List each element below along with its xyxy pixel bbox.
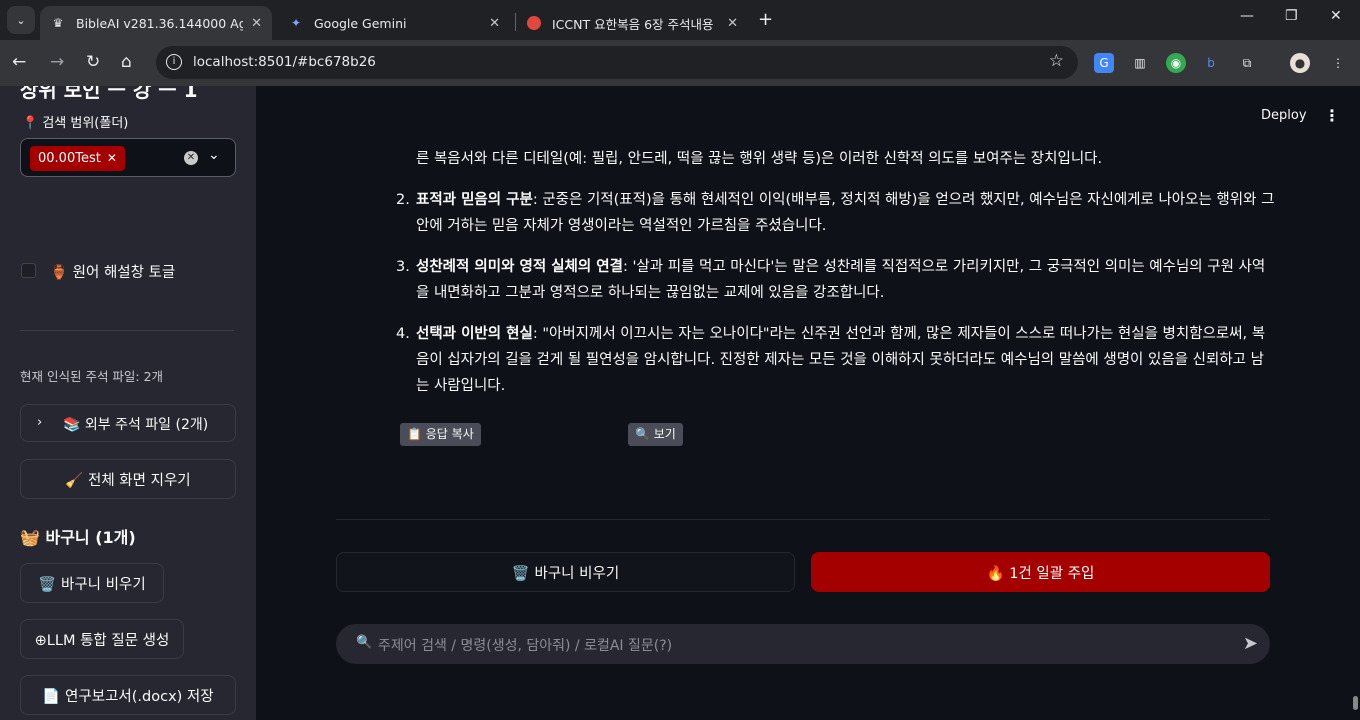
chevron-down-icon[interactable]: ⌄ [208,147,220,163]
list-item-title: 성찬례적 의미와 영적 실체의 연결 [416,259,623,275]
basket-heading: 🧺 바구니 (1개) [20,528,136,547]
list-item: 2. 표적과 믿음의 구분: 군중은 기적(표적)을 통해 현세적인 이익(배부름… [396,187,1276,239]
sidebar-title: 상위 보인 ㅡ 강 ㅡ 1 [20,86,198,102]
deploy-button[interactable]: Deploy [1261,108,1307,123]
new-tab-button[interactable]: + [758,9,773,30]
restore-icon[interactable]: ❐ [1285,8,1298,24]
home-icon[interactable]: ⌂ [121,52,132,72]
send-icon[interactable]: ➤ [1243,633,1258,654]
section-divider [336,519,1270,520]
folder-scope-label: 📍 검색 범위(폴더) [22,116,129,131]
chat-placeholder: 주제어 검색 / 명령(생성, 담아줘) / 로컬AI 질문(?) [378,638,673,654]
original-language-toggle-checkbox[interactable] [21,263,36,278]
site-info-icon[interactable]: i [166,54,182,70]
close-icon[interactable]: ✕ [727,16,738,31]
forward-icon[interactable]: → [50,52,64,72]
save-report-button[interactable]: 📄 연구보고서(.docx) 저장 [20,675,236,715]
main-content: Deploy ⋮ 른 복음서와 다른 디테일(예: 필립, 안드레, 떡을 끊는… [256,86,1360,720]
response-text: 른 복음서와 다른 디테일(예: 필립, 안드레, 떡을 끊는 행위 생략 등)… [396,146,1276,414]
tab-bibleai[interactable]: ♛ BibleAI v281.36.144000 Agape ✕ [40,6,272,40]
tab-search-button[interactable]: ⌄ [7,6,35,34]
bookmark-star-icon[interactable]: ☆ [1049,51,1064,71]
folder-multiselect[interactable]: 00.00Test ✕ ✕ ⌄ [20,138,236,177]
list-item-text: : 군중은 기적(표적)을 통해 현세적인 이익(배부름, 정치적 해방)을 얻… [416,192,1275,234]
tab-title: ICCNT 요한복음 6장 주석내용 [552,16,714,32]
list-item-title: 선택과 이반의 현실 [416,326,533,342]
chip-label: 00.00Test [38,151,101,166]
gemini-icon: ✦ [290,16,302,30]
profile-avatar[interactable]: ● [1290,53,1310,73]
external-commentary-expander[interactable]: › 📚 외부 주석 파일 (2개) [20,404,236,442]
chip-remove-icon[interactable]: ✕ [107,151,117,165]
bing-icon[interactable]: b [1201,53,1221,73]
url-text: localhost:8501/#bc678b26 [193,54,376,70]
back-icon[interactable]: ← [12,52,26,72]
commentary-count-caption: 현재 인식된 주석 파일: 2개 [20,369,164,384]
sidebar-divider [20,330,234,331]
chevron-right-icon: › [37,415,43,430]
response-list: 2. 표적과 믿음의 구분: 군중은 기적(표적)을 통해 현세적인 이익(배부름… [396,187,1276,399]
original-language-toggle-label: 🏺 원어 해설창 토글 [50,265,176,281]
tab-title: BibleAI v281.36.144000 Agape [76,15,244,31]
expander-label: 📚 외부 주석 파일 (2개) [63,417,209,433]
search-icon: 🔍 [356,635,373,650]
clear-screen-button[interactable]: 🧹 전체 화면 지우기 [20,459,236,499]
crown-icon: ♛ [52,16,64,30]
empty-basket-button[interactable]: 🗑️ 바구니 비우기 [336,552,795,592]
extensions-puzzle-icon[interactable]: ⧉ [1237,53,1257,73]
sidebar: 상위 보인 ㅡ 강 ㅡ 1 📍 검색 범위(폴더) 00.00Test ✕ ✕ ⌄… [0,86,256,720]
copy-response-button[interactable]: 📋 응답 복사 [400,423,481,446]
bulk-inject-button[interactable]: 🔥 1건 일괄 주입 [811,552,1270,592]
view-button[interactable]: 🔍 보기 [628,423,683,446]
reading-mode-icon[interactable]: ▥ [1130,53,1150,73]
list-item: 3. 성찬례적 의미와 영적 실체의 연결: '살과 피를 먹고 마신다'는 말은… [396,254,1276,306]
extension-icon[interactable]: ◉ [1166,53,1186,73]
minimize-icon[interactable]: — [1240,8,1254,24]
scrollbar[interactable] [1353,696,1358,710]
list-item-text: : "아버지께서 이끄시는 자는 오나이다"라는 신주권 선언과 함께, 많은 … [416,326,1266,394]
list-item-title: 표적과 믿음의 구분 [416,192,533,208]
list-item: 4. 선택과 이반의 현실: "아버지께서 이끄시는 자는 오나이다"라는 신주권… [396,321,1276,399]
browser-tab-bar: ⌄ ♛ BibleAI v281.36.144000 Agape ✕ ✦ Goo… [0,0,1360,40]
main-menu-icon[interactable]: ⋮ [1324,106,1340,125]
tab-iccnt[interactable]: ICCNT 요한복음 6장 주석내용 ✕ [516,6,748,40]
iccnt-icon [526,15,542,31]
browser-toolbar: ← → ↻ ⌂ i localhost:8501/#bc678b26 ☆ G ▥… [0,40,1360,86]
address-bar[interactable]: i localhost:8501/#bc678b26 ☆ [156,46,1078,79]
clear-selection-icon[interactable]: ✕ [184,151,198,165]
close-icon[interactable]: ✕ [489,16,500,31]
list-number: 4. [396,326,410,342]
close-icon[interactable]: ✕ [251,16,262,31]
browser-menu-icon[interactable]: ⋮ [1328,53,1348,73]
sidebar-empty-basket-button[interactable]: 🗑️ 바구니 비우기 [20,563,164,603]
reload-icon[interactable]: ↻ [86,52,100,72]
chat-input[interactable]: 🔍 주제어 검색 / 명령(생성, 담아줘) / 로컬AI 질문(?) ➤ [336,624,1270,664]
tab-gemini[interactable]: ✦ Google Gemini ✕ [278,6,510,40]
selected-folder-chip[interactable]: 00.00Test ✕ [30,146,125,171]
response-line: 른 복음서와 다른 디테일(예: 필립, 안드레, 떡을 끊는 행위 생략 등)… [416,151,1103,167]
llm-question-button[interactable]: ⊕LLM 통합 질문 생성 [20,619,184,659]
close-window-icon[interactable]: ✕ [1330,8,1342,24]
list-number: 3. [396,259,410,275]
list-number: 2. [396,192,410,208]
translate-icon[interactable]: G [1094,53,1114,73]
tab-title: Google Gemini [314,15,407,31]
